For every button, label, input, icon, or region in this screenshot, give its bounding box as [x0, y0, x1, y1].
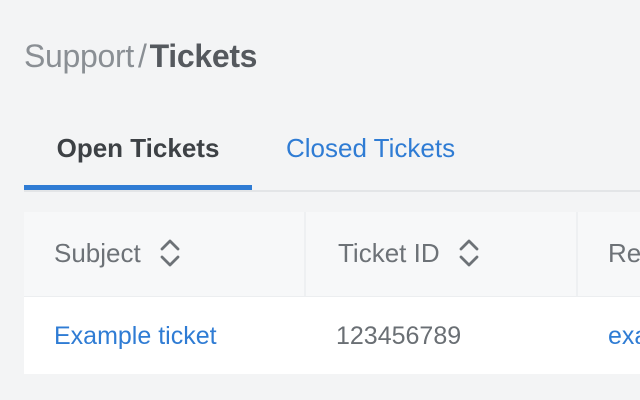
sort-icon [459, 239, 479, 267]
breadcrumb-parent[interactable]: Support [24, 38, 134, 74]
tab-closed-tickets[interactable]: Closed Tickets [286, 118, 455, 190]
column-header-requester-label: Re [608, 238, 640, 268]
tickets-table: Subject Ticket ID Re Example ticket 1234… [24, 212, 640, 374]
column-header-subject-label: Subject [54, 238, 141, 268]
column-header-subject[interactable]: Subject [24, 212, 306, 296]
sort-icon [160, 239, 180, 267]
column-header-requester[interactable]: Re [578, 212, 640, 296]
ticket-subject-link[interactable]: Example ticket [54, 296, 217, 374]
tab-open-tickets[interactable]: Open Tickets [24, 118, 252, 190]
ticket-id-value: 123456789 [336, 322, 462, 350]
column-header-ticket-id[interactable]: Ticket ID [306, 212, 578, 296]
breadcrumb: Support/Tickets [24, 36, 257, 76]
table-header: Subject Ticket ID Re [24, 212, 640, 297]
page-title: Tickets [149, 38, 258, 74]
ticket-tabs: Open Tickets Closed Tickets [24, 118, 640, 192]
column-header-ticket-id-label: Ticket ID [338, 238, 440, 268]
table-row[interactable]: Example ticket 123456789 exa [24, 296, 640, 374]
breadcrumb-separator: / [137, 38, 147, 74]
ticket-requester-link[interactable]: exa [608, 296, 640, 374]
